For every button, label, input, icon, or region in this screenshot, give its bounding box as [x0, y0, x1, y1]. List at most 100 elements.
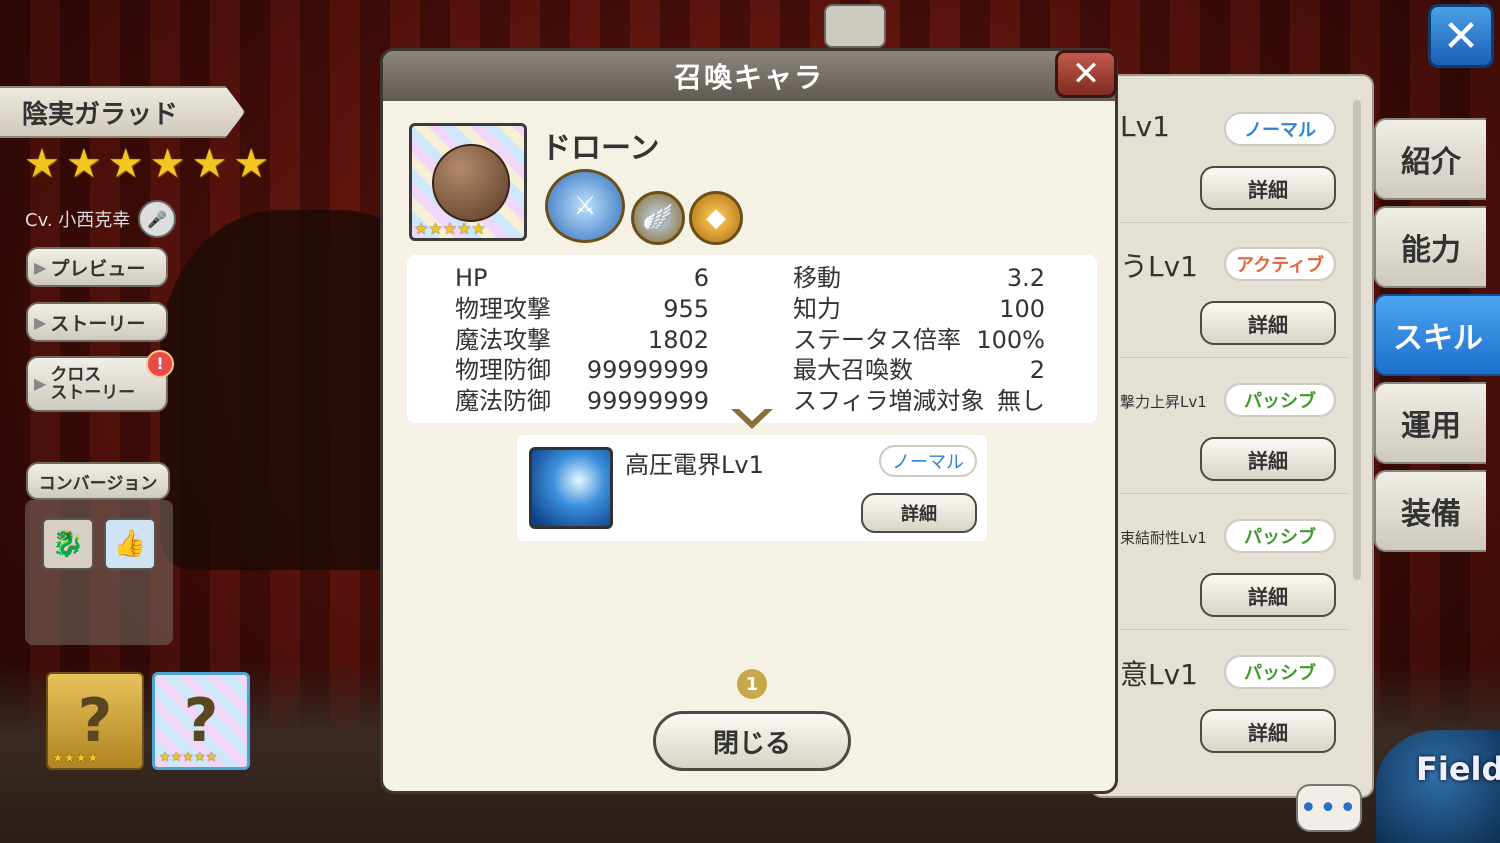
modal-title: 召喚キャラ: [673, 61, 824, 94]
gold-gem-icon: ◆: [689, 191, 743, 245]
story-label: ストーリー: [50, 312, 146, 335]
skill-type-badge: ノーマル: [1224, 112, 1336, 146]
story-button[interactable]: ▶ ストーリー: [26, 302, 168, 342]
skill-detail-button[interactable]: 詳細: [1200, 437, 1336, 481]
voice-actor-label: Cv. 小西克幸: [25, 210, 131, 231]
summon-skill-type-badge: ノーマル: [879, 445, 977, 477]
stat-value: 無し: [997, 387, 1045, 415]
stat-value: 100%: [976, 326, 1045, 354]
star-icon: ★: [233, 141, 270, 187]
stat-label: 知力: [793, 295, 841, 323]
modal-header: 召喚キャラ: [383, 51, 1115, 101]
close-button-label: 閉じる: [712, 728, 791, 759]
play-arrow-icon: ▶: [34, 257, 47, 277]
conversion-button[interactable]: コンバージョン: [26, 462, 170, 500]
character-name-plate: 陰実ガラッド: [0, 86, 245, 138]
lightning-skill-icon: [529, 447, 613, 529]
summon-skill-detail-button[interactable]: 詳細: [861, 493, 977, 533]
tab-usage[interactable]: 運用: [1374, 382, 1486, 464]
summon-portrait: ★★★★★: [409, 123, 527, 241]
stat-label: 魔法攻撃: [455, 326, 551, 354]
microphone-icon[interactable]: 🎤: [138, 200, 177, 238]
skill-detail-button[interactable]: 詳細: [1200, 573, 1336, 617]
chat-button[interactable]: •••: [1296, 784, 1362, 832]
character-face-icon[interactable]: 🐉: [42, 518, 94, 570]
close-icon: ✕: [1442, 10, 1480, 62]
preview-button[interactable]: ▶ プレビュー: [26, 247, 168, 287]
unknown-summon-label: ?: [183, 686, 219, 756]
stat-row: 最大召喚数 2: [793, 355, 1045, 385]
field-button[interactable]: Field: [1376, 730, 1500, 843]
close-icon: ✕: [1071, 54, 1101, 94]
stat-value: 100: [999, 295, 1045, 323]
modal-close-button[interactable]: ✕: [1055, 50, 1117, 98]
stat-label: 物理防御: [455, 356, 551, 384]
skill-name: 束結耐性Lv1: [1120, 529, 1207, 547]
skill-type-badge: パッシブ: [1224, 383, 1336, 417]
skill-row: Lv1 ノーマル 詳細: [1120, 102, 1350, 223]
skill-name: 意Lv1: [1120, 658, 1198, 691]
stat-value: 99999999: [586, 387, 709, 415]
stat-row: 魔法防御 99999999: [455, 386, 709, 416]
chevron-down-icon[interactable]: [729, 407, 775, 431]
drone-image: [432, 144, 510, 222]
skill-type-badge: アクティブ: [1224, 247, 1336, 281]
summon-skill-name: 高圧電界Lv1: [625, 451, 764, 479]
thumbs-up-icon[interactable]: 👍: [104, 518, 156, 570]
stat-value: 1802: [647, 326, 709, 354]
play-arrow-icon: ▶: [34, 312, 47, 332]
stat-label: 魔法防御: [455, 387, 551, 415]
skill-detail-button[interactable]: 詳細: [1200, 709, 1336, 753]
stats-panel: HP 6 物理攻撃 955 魔法攻撃 1802 物理防御 99999999 魔法…: [407, 255, 1097, 423]
stat-label: 最大召喚数: [793, 356, 913, 384]
stat-label: HP: [455, 264, 488, 292]
preview-label: プレビュー: [50, 257, 146, 280]
rarity-stars: ★ ★ ★ ★ ★ ★: [24, 144, 269, 184]
stat-label: 移動: [793, 264, 841, 292]
stat-value: 955: [663, 295, 709, 323]
stat-row: 物理攻撃 955: [455, 294, 709, 324]
skill-row: 意Lv1 パッシブ 詳細: [1120, 645, 1350, 765]
stat-value: 6: [693, 264, 709, 292]
voice-actor: Cv. 小西克幸 🎤: [25, 200, 177, 238]
stat-row: 魔法攻撃 1802: [455, 325, 709, 355]
unknown-summon-label: ?: [77, 686, 113, 756]
tab-equipment[interactable]: 装備: [1374, 470, 1486, 552]
conversion-label: コンバージョン: [38, 473, 158, 494]
summon-slot-1[interactable]: ? ★★★★: [46, 672, 144, 770]
info-tabs: 紹介 能力 スキル 運用 装備: [1374, 118, 1500, 558]
stat-row: 知力 100: [793, 294, 1045, 324]
stat-row: HP 6: [455, 263, 709, 293]
wing-icon: 🪽: [631, 191, 685, 245]
skill-detail-button[interactable]: 詳細: [1200, 166, 1336, 210]
screen-close-button[interactable]: ✕: [1428, 4, 1494, 68]
tab-skill[interactable]: スキル: [1374, 294, 1500, 376]
skill-name: Lv1: [1120, 110, 1170, 143]
stat-label: スフィラ増減対象: [793, 387, 985, 415]
summon-slot-stars: ★★★★: [52, 751, 99, 766]
summon-name: ドローン: [541, 131, 660, 166]
stat-row: スフィラ増減対象 無し: [793, 386, 1045, 416]
sword-class-icon: ⚔: [545, 169, 625, 243]
skill-detail-button[interactable]: 詳細: [1200, 301, 1336, 345]
page-indicator: 1: [737, 669, 767, 699]
stat-label: ステータス倍率: [793, 326, 961, 354]
summon-slot-2[interactable]: ? ★★★★★: [152, 672, 250, 770]
skill-row: 束結耐性Lv1 パッシブ 詳細: [1120, 509, 1350, 630]
play-arrow-icon: ▶: [34, 374, 47, 393]
tab-intro[interactable]: 紹介: [1374, 118, 1486, 200]
notification-badge: !: [146, 350, 174, 378]
cross-story-button[interactable]: ▶ クロス ストーリー !: [26, 350, 174, 412]
stat-value: 99999999: [586, 356, 709, 384]
skill-list-scrollbar[interactable]: [1353, 100, 1361, 580]
summon-modal: 召喚キャラ ★★★★★ ドローン ⚔ 🪽 ◆ HP 6 物理攻撃 955 魔法攻…: [380, 48, 1118, 794]
summon-slot-stars: ★★★★★: [159, 750, 218, 765]
skill-row: うLv1 アクティブ 詳細: [1120, 237, 1350, 358]
cross-story-label: クロス ストーリー: [50, 366, 135, 402]
tab-ability[interactable]: 能力: [1374, 206, 1486, 288]
chat-dots-icon: •••: [1299, 790, 1359, 826]
stat-row: 物理防御 99999999: [455, 355, 709, 385]
star-icon: ★: [149, 141, 186, 187]
top-character-chip[interactable]: [824, 4, 886, 48]
close-button[interactable]: 閉じる: [653, 711, 851, 771]
